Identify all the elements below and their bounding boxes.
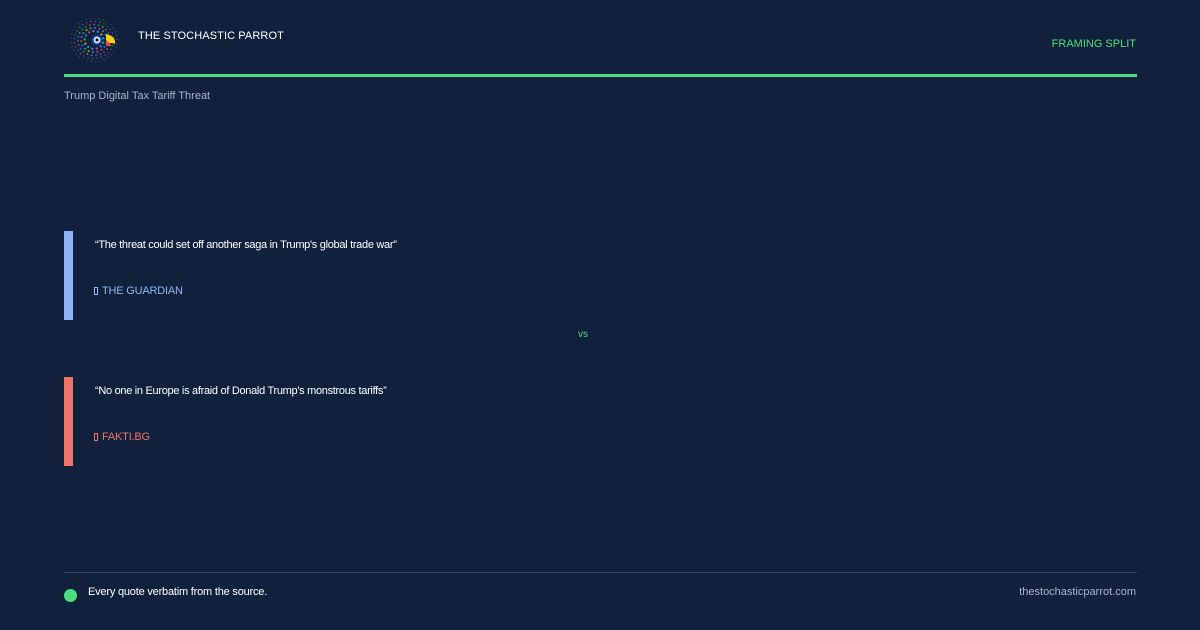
framing-split-label: FRAMING SPLIT [1051,38,1136,50]
topic-title: Trump Digital Tax Tariff Threat [64,90,211,102]
share-card: THE STOCHASTIC PARROT FRAMING SPLIT Trum… [0,0,1200,630]
quote-source-link[interactable]: THE GUARDIAN [94,285,183,297]
footer-note: Every quote verbatim from the source. [88,586,268,598]
status-dot-icon [64,589,77,602]
external-link-icon [94,433,98,441]
quote-accent-bar [64,231,73,320]
versus-separator: vs [578,329,588,340]
external-link-icon [94,287,98,295]
parrot-logo-icon [70,18,118,62]
quote-card-guardian: “The threat could set off another saga i… [64,231,964,320]
brand-name: THE STOCHASTIC PARROT [138,30,284,42]
quote-card-fakti: “No one in Europe is afraid of Donald Tr… [64,377,964,466]
footer-site-link[interactable]: thestochasticparrot.com [1019,586,1136,598]
quote-text: “The threat could set off another saga i… [95,239,397,251]
quote-source-link[interactable]: FAKTI.BG [94,431,150,443]
quote-source-name: THE GUARDIAN [102,285,183,297]
quote-text: “No one in Europe is afraid of Donald Tr… [95,385,387,397]
quote-source-name: FAKTI.BG [102,431,150,443]
header-divider [64,74,1137,77]
footer-divider [64,572,1137,573]
quote-accent-bar [64,377,73,466]
